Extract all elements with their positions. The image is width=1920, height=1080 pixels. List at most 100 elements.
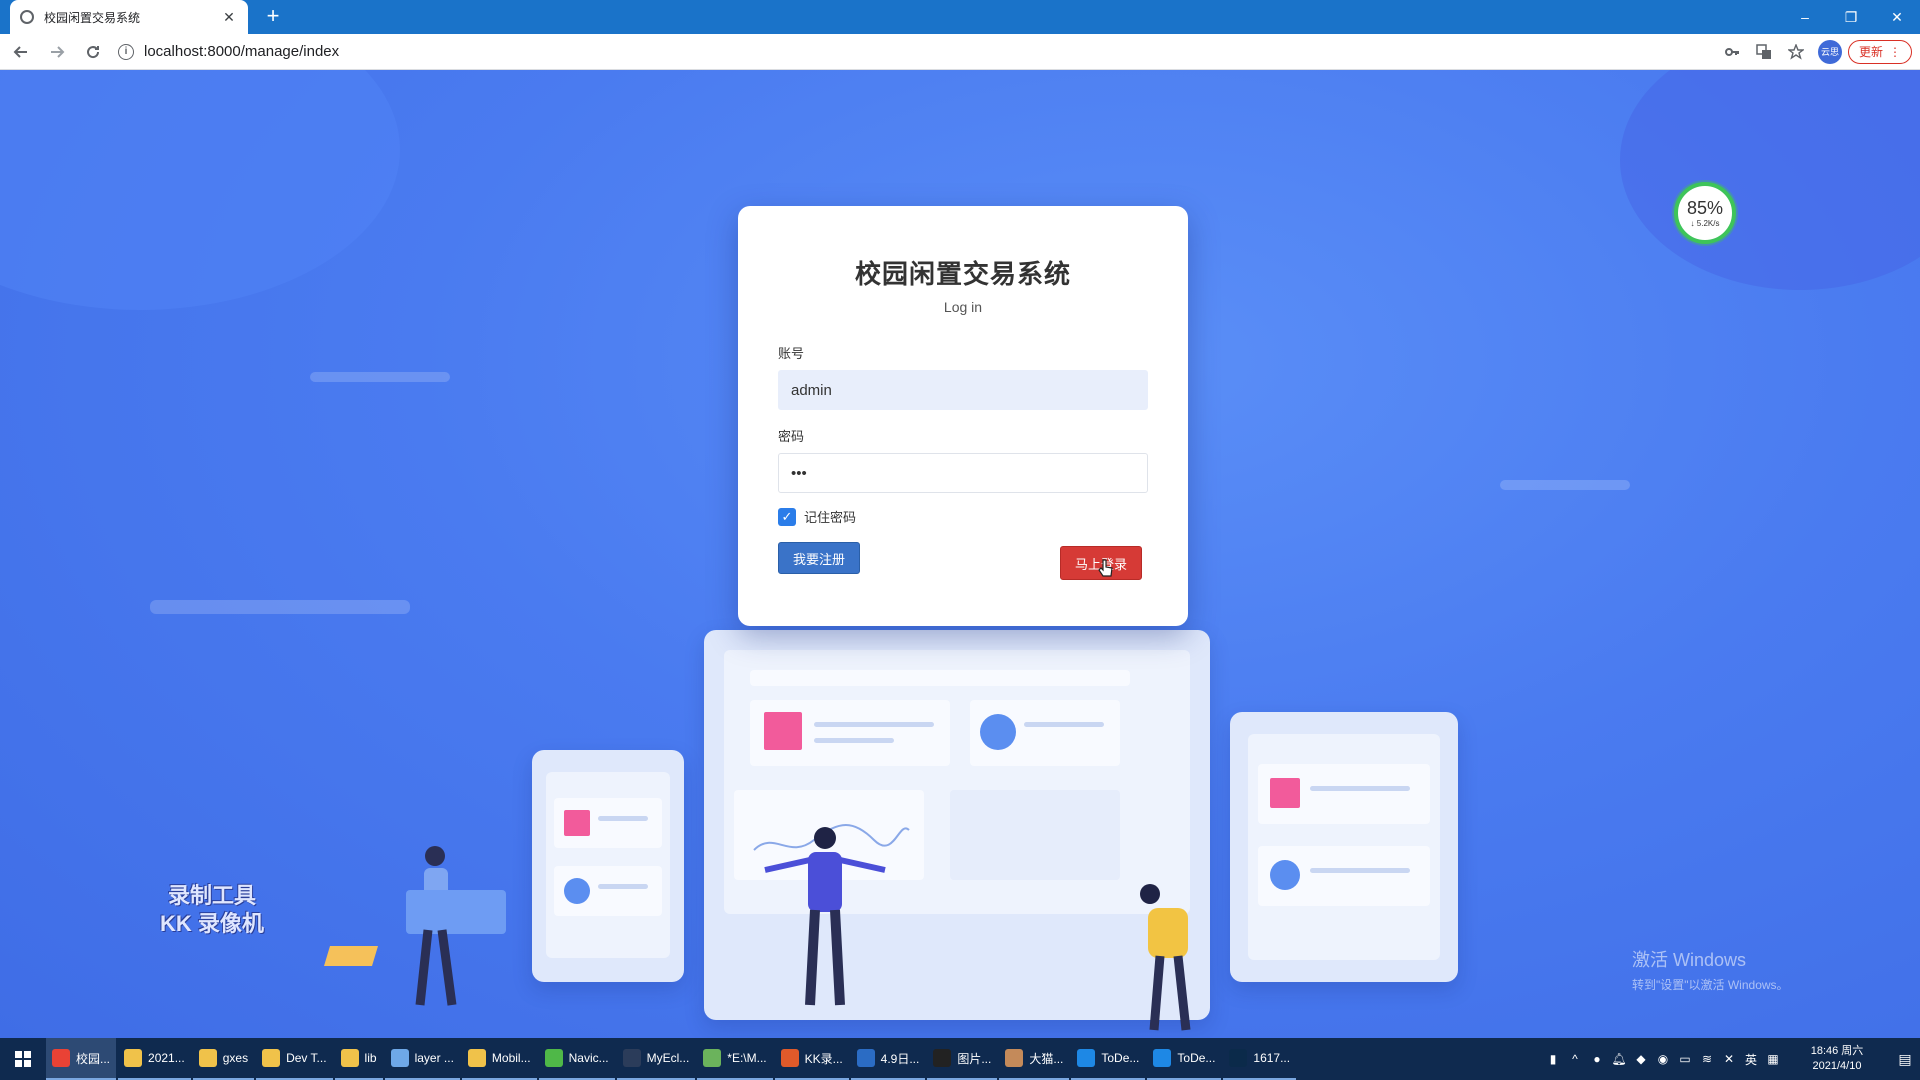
more-vert-icon: ⋮ <box>1889 44 1901 59</box>
taskbar-item[interactable]: ToDe... <box>1147 1038 1222 1080</box>
battery-icon[interactable]: ▮ <box>1542 1052 1564 1066</box>
taskbar-item-label: Mobil... <box>491 1051 531 1065</box>
folder-icon <box>262 1049 281 1067</box>
qq-icon <box>933 1049 952 1067</box>
taskbar-item[interactable]: *E:\M... <box>697 1038 773 1080</box>
account-label: 账号 <box>778 346 805 361</box>
bell-icon[interactable]: 🔔︎ <box>1608 1052 1630 1066</box>
qq-tray-icon[interactable]: ◉ <box>1652 1052 1674 1066</box>
illustration-square <box>764 712 802 750</box>
wifi-icon[interactable]: ≋ <box>1696 1052 1718 1066</box>
windows-taskbar: 校园... 2021... gxes Dev T... lib layer ... Mobi… <box>0 1038 1920 1080</box>
taskbar-item[interactable]: KK录... <box>774 1038 849 1080</box>
taskbar-item[interactable]: lib <box>334 1038 383 1080</box>
taskbar-item[interactable]: gxes <box>192 1038 255 1080</box>
illustration-line <box>1310 868 1410 873</box>
keyboard-grid-icon[interactable]: ▦ <box>1762 1052 1784 1066</box>
taskbar-item-label: *E:\M... <box>727 1051 767 1065</box>
taskbar-item[interactable]: 2021... <box>118 1038 191 1080</box>
taskbar-item[interactable]: MyEcl... <box>616 1038 696 1080</box>
background-blob <box>0 70 400 310</box>
windows-activation-watermark: 激活 Windows 转到"设置"以激活 Windows。 <box>1632 946 1789 993</box>
address-bar[interactable]: i localhost:8000/manage/index <box>118 38 1716 66</box>
folder-icon <box>340 1049 359 1067</box>
folder-icon <box>467 1049 486 1067</box>
key-icon[interactable] <box>1716 38 1748 66</box>
taskbar-item-label: layer ... <box>414 1051 454 1065</box>
illustration-line <box>598 884 648 889</box>
illustration-square <box>1270 778 1300 808</box>
mute-icon[interactable]: ✕ <box>1718 1052 1740 1066</box>
restore-button[interactable]: ❐ <box>1828 0 1874 34</box>
browser-tab[interactable]: 校园闲置交易系统 ✕ <box>10 0 248 34</box>
taskbar-item-label: 2021... <box>148 1051 185 1065</box>
close-window-button[interactable]: ✕ <box>1874 0 1920 34</box>
start-button[interactable] <box>0 1038 46 1080</box>
system-tray: ▮ ^ ● 🔔︎ ◆ ◉ ▭ ≋ ✕ 英 ▦ 18:46 周六 2021/4/1… <box>1542 1038 1920 1080</box>
background-cloud <box>1500 480 1630 490</box>
taskbar-item[interactable]: Dev T... <box>256 1038 333 1080</box>
forward-icon[interactable] <box>42 37 72 67</box>
translate-icon[interactable] <box>1748 38 1780 66</box>
remember-checkbox[interactable]: ✓ <box>778 507 796 526</box>
chrome-icon <box>52 1049 70 1067</box>
register-button[interactable]: 我要注册 <box>778 542 860 574</box>
chevron-up-icon[interactable]: ^ <box>1564 1052 1586 1066</box>
taskbar-item-label: 大猫... <box>1029 1051 1064 1066</box>
cube-icon <box>390 1049 409 1067</box>
info-icon[interactable]: i <box>118 43 134 60</box>
shield-icon[interactable]: ◆ <box>1630 1052 1652 1066</box>
photoshop-icon <box>1229 1049 1248 1067</box>
new-tab-button[interactable]: + <box>260 4 286 30</box>
profile-avatar[interactable]: 云思 <box>1817 39 1842 64</box>
person-illustration <box>1140 884 1191 1031</box>
taskbar-item[interactable]: layer ... <box>384 1038 460 1080</box>
account-input[interactable]: admin <box>778 370 1148 410</box>
illustration-line <box>814 738 894 743</box>
myeclipse-icon <box>622 1049 641 1067</box>
taskbar-item[interactable]: ToDe... <box>1071 1038 1146 1080</box>
taskbar-item[interactable]: 1617... <box>1223 1038 1297 1080</box>
illustration-line <box>598 816 648 821</box>
activation-hint: 转到"设置"以激活 Windows。 <box>1632 978 1789 992</box>
illustration-line <box>1310 786 1410 791</box>
clock-date: 2021/4/10 <box>1812 1060 1862 1072</box>
word-icon <box>856 1049 875 1067</box>
taskbar-item[interactable]: 图片... <box>927 1038 998 1080</box>
illustration-line <box>814 722 934 727</box>
network-speed-widget[interactable]: 85% ↓ 5.2K/s <box>1674 182 1736 244</box>
app-tray-icon[interactable]: ● <box>1586 1052 1608 1066</box>
reload-icon[interactable] <box>78 37 108 67</box>
login-page: 校园闲置交易系统 Log in 账号 admin 密码 ••• ✓ 记住密码 我… <box>0 70 1920 1038</box>
person-illustration <box>764 827 886 1006</box>
hand-cursor-icon <box>1098 559 1113 577</box>
taskbar-item-label: ToDe... <box>1177 1051 1216 1065</box>
star-icon[interactable] <box>1780 38 1812 66</box>
update-button[interactable]: 更新 ⋮ <box>1847 39 1912 64</box>
taskbar-item[interactable]: Mobil... <box>461 1038 537 1080</box>
browser-tab-bar: 校园闲置交易系统 ✕ + – ❐ ✕ <box>0 0 1920 34</box>
clock[interactable]: 18:46 周六 2021/4/10 <box>1792 1044 1882 1074</box>
folder-icon <box>124 1049 143 1067</box>
display-icon[interactable]: ▭ <box>1674 1052 1696 1066</box>
notification-center-icon[interactable]: ▤ <box>1890 1038 1920 1080</box>
tab-close-icon[interactable]: ✕ <box>220 9 238 26</box>
back-icon[interactable] <box>6 37 36 67</box>
illustration-dot <box>1270 860 1300 890</box>
recorder-watermark: 录制工具 KK 录像机 <box>160 882 264 938</box>
taskbar-item[interactable]: 大猫... <box>999 1038 1070 1080</box>
taskbar-item[interactable]: 校园... <box>46 1038 117 1080</box>
navicat-icon <box>544 1049 563 1067</box>
taskbar-item[interactable]: 4.9日... <box>850 1038 926 1080</box>
taskbar-item-label: 图片... <box>957 1051 992 1066</box>
taskbar-item-label: Dev T... <box>286 1051 327 1065</box>
login-subtitle: Log in <box>943 299 983 315</box>
taskbar-item[interactable]: Navic... <box>538 1038 615 1080</box>
url-text: localhost:8000/manage/index <box>144 43 340 60</box>
taskbar-item-label: KK录... <box>804 1051 843 1066</box>
password-input[interactable]: ••• <box>778 453 1148 493</box>
minimize-button[interactable]: – <box>1782 0 1828 34</box>
ime-indicator[interactable]: 英 <box>1740 1051 1762 1068</box>
notepad-icon <box>703 1049 722 1067</box>
remember-password[interactable]: ✓ 记住密码 <box>778 507 1148 526</box>
